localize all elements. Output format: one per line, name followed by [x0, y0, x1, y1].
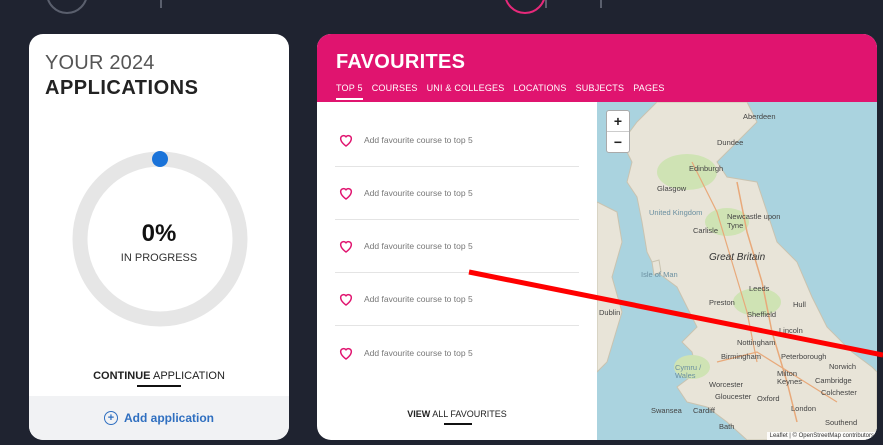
map-label-birmingham: Birmingham	[721, 352, 762, 361]
heart-icon[interactable]	[338, 291, 354, 307]
heart-icon[interactable]	[338, 238, 354, 254]
map-label-dundee: Dundee	[717, 138, 744, 147]
zoom-in-button[interactable]: +	[607, 111, 629, 132]
map-label-cymru: Cymru / Wales	[675, 363, 702, 380]
map-label-swansea: Swansea	[651, 406, 682, 415]
continue-application-link[interactable]: CONTINUE APPLICATION	[29, 370, 289, 382]
heart-icon[interactable]	[338, 345, 354, 361]
nav-divider	[600, 0, 602, 8]
map-label-norwich: Norwich	[829, 362, 857, 371]
map-label-hull: Hull	[793, 300, 806, 309]
tab-courses[interactable]: COURSES	[372, 83, 418, 97]
add-application-label: Add application	[124, 411, 214, 425]
nav-divider	[160, 0, 162, 8]
tab-uni-colleges[interactable]: UNI & COLLEGES	[427, 83, 505, 97]
add-circle-icon: +	[104, 411, 118, 425]
tab-locations[interactable]: LOCATIONS	[513, 83, 566, 97]
favourites-title: FAVOURITES	[336, 51, 466, 73]
list-item[interactable]: Add favourite course to top 5	[335, 220, 579, 273]
view-all-underline	[444, 423, 472, 425]
favourite-item-text: Add favourite course to top 5	[364, 294, 473, 304]
continue-label-bold: CONTINUE	[93, 370, 151, 382]
list-item[interactable]: Add favourite course to top 5	[335, 114, 579, 167]
map-label-london: London	[791, 404, 817, 413]
tab-pages[interactable]: PAGES	[633, 83, 664, 97]
map-label-peterborough: Peterborough	[781, 352, 827, 361]
tab-top5[interactable]: TOP 5	[336, 83, 363, 100]
favourites-card: FAVOURITES TOP 5 COURSES UNI & COLLEGES …	[317, 34, 877, 440]
list-item[interactable]: Add favourite course to top 5	[335, 273, 579, 326]
list-item[interactable]: Add favourite course to top 5	[335, 326, 579, 379]
map-label-glasgow: Glasgow	[657, 184, 687, 193]
favourites-list: Add favourite course to top 5 Add favour…	[335, 114, 579, 379]
map-label-cambridge: Cambridge	[815, 376, 852, 385]
favourites-map[interactable]: Aberdeen Dundee Edinburgh Glasgow United…	[597, 102, 877, 440]
map-label-great-britain: Great Britain	[709, 252, 766, 263]
map-label-worcester: Worcester	[709, 380, 744, 389]
map-label-aberdeen: Aberdeen	[743, 112, 776, 121]
nav-circle-icon[interactable]	[46, 0, 88, 14]
applications-title: APPLICATIONS	[45, 77, 199, 99]
top-nav-strip	[0, 0, 883, 14]
map-attribution[interactable]: Leaflet | © OpenStreetMap contributors	[766, 432, 877, 440]
list-item[interactable]: Add favourite course to top 5	[335, 167, 579, 220]
favourites-tabs: TOP 5 COURSES UNI & COLLEGES LOCATIONS S…	[336, 83, 665, 100]
heart-icon[interactable]	[338, 132, 354, 148]
map-label-cardiff: Cardiff	[693, 406, 715, 415]
continue-underline	[137, 385, 181, 387]
favourite-item-text: Add favourite course to top 5	[364, 347, 473, 358]
favourite-item-text: Add favourite course to top 5	[364, 188, 473, 198]
map-label-nottingham: Nottingham	[737, 338, 776, 347]
progress-knob	[152, 151, 168, 167]
nav-circle-active-icon[interactable]	[504, 0, 546, 14]
map-label-newcastle: Newcastle upon Tyne	[727, 212, 781, 230]
map-label-preston: Preston	[709, 298, 735, 307]
view-all-rest: ALL FAVOURITES	[430, 409, 507, 419]
tab-subjects[interactable]: SUBJECTS	[576, 83, 625, 97]
progress-percent: 0%	[141, 220, 177, 247]
map-label-leeds: Leeds	[749, 284, 770, 293]
map-label-southend: Southend	[825, 418, 858, 427]
favourite-item-text: Add favourite course to top 5	[364, 135, 473, 145]
map-label-gloucester: Gloucester	[715, 392, 752, 401]
map-label-sheffield: Sheffield	[747, 310, 777, 319]
progress-status: IN PROGRESS	[120, 252, 198, 264]
zoom-out-button[interactable]: −	[607, 132, 629, 152]
map-label-dublin: Dublin	[599, 308, 621, 317]
applications-title-year: YOUR 2024	[45, 52, 155, 74]
map-label-united-kingdom: United Kingdom	[649, 208, 703, 217]
map-label-colchester: Colchester	[821, 388, 857, 397]
favourites-header: FAVOURITES TOP 5 COURSES UNI & COLLEGES …	[317, 34, 877, 102]
map-zoom-control: + −	[606, 110, 630, 153]
map-label-bath: Bath	[719, 422, 735, 431]
heart-icon[interactable]	[338, 185, 354, 201]
favourite-item-text: Add favourite course to top 5	[364, 241, 473, 251]
map-label-milton-keynes: Milton Keynes	[777, 369, 803, 386]
view-all-favourites-link[interactable]: VIEW ALL FAVOURITES	[317, 409, 597, 419]
map-label-carlisle: Carlisle	[693, 226, 719, 235]
map-label-edinburgh: Edinburgh	[689, 164, 724, 173]
add-application-button[interactable]: + Add application	[29, 396, 289, 440]
continue-label-rest: APPLICATION	[150, 370, 225, 382]
view-all-bold: VIEW	[407, 409, 431, 419]
map-label-isle-of-man: Isle of Man	[641, 270, 678, 279]
nav-divider	[545, 0, 547, 8]
applications-card: YOUR 2024 APPLICATIONS 0% IN PROGRESS CO…	[29, 34, 289, 440]
map-label-lincoln: Lincoln	[779, 326, 803, 335]
map-label-oxford: Oxford	[757, 394, 780, 403]
